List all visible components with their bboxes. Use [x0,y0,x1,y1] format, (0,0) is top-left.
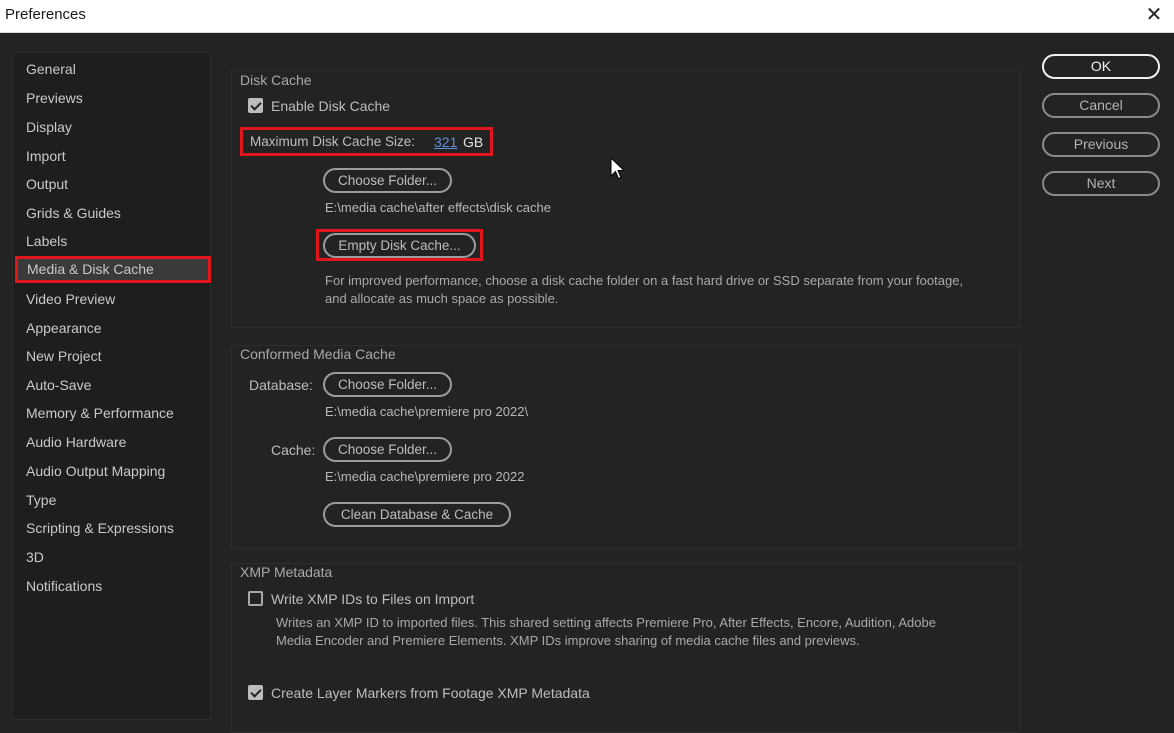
window-title: Preferences [5,6,86,23]
sidebar-item-video-preview[interactable]: Video Preview [14,286,209,313]
sidebar-item-output[interactable]: Output [14,171,209,198]
sidebar-item-grids-guides[interactable]: Grids & Guides [14,200,209,227]
sidebar-item-media-disk-cache[interactable]: Media & Disk Cache [15,256,211,283]
sidebar-item-general[interactable]: General [14,56,209,83]
empty-disk-cache-button[interactable]: Empty Disk Cache... [323,233,476,258]
sidebar-item-audio-output-mapping[interactable]: Audio Output Mapping [14,458,209,485]
enable-disk-cache-checkbox[interactable] [248,98,263,113]
database-path: E:\media cache\premiere pro 2022\ [325,404,529,419]
write-xmp-ids-checkbox[interactable] [248,591,263,606]
cache-path: E:\media cache\premiere pro 2022 [325,469,525,484]
enable-disk-cache-label: Enable Disk Cache [271,98,391,114]
sidebar-item-audio-hardware[interactable]: Audio Hardware [14,429,209,456]
sidebar-item-display[interactable]: Display [14,114,209,141]
max-cache-size-input[interactable]: 321 [434,134,457,150]
disk-cache-hint-line1: For improved performance, choose a disk … [325,273,964,288]
preferences-sidebar: General Previews Display Import Output G… [12,52,211,720]
sidebar-item-import[interactable]: Import [14,143,209,170]
sidebar-item-3d[interactable]: 3D [14,544,209,571]
sidebar-item-scripting-expressions[interactable]: Scripting & Expressions [14,515,209,542]
cancel-button[interactable]: Cancel [1042,93,1160,118]
close-icon[interactable]: ✕ [1142,4,1166,28]
xmp-description-line1: Writes an XMP ID to imported files. This… [276,615,936,630]
create-layer-markers-label: Create Layer Markers from Footage XMP Me… [271,685,590,701]
sidebar-item-new-project[interactable]: New Project [14,343,209,370]
sidebar-item-appearance[interactable]: Appearance [14,315,209,342]
clean-database-cache-button[interactable]: Clean Database & Cache [323,502,511,527]
disk-cache-title: Disk Cache [240,72,312,88]
disk-cache-folder-path: E:\media cache\after effects\disk cache [325,200,551,215]
mouse-pointer-icon [610,157,626,180]
database-choose-folder-button[interactable]: Choose Folder... [323,372,452,397]
sidebar-item-labels[interactable]: Labels [14,228,209,255]
title-bar: Preferences ✕ [0,0,1174,33]
ok-button[interactable]: OK [1042,54,1160,79]
sidebar-item-notifications[interactable]: Notifications [14,573,209,600]
sidebar-item-auto-save[interactable]: Auto-Save [14,372,209,399]
max-cache-size-unit: GB [463,134,484,150]
sidebar-item-previews[interactable]: Previews [14,85,209,112]
cache-label: Cache: [271,442,316,458]
write-xmp-ids-label: Write XMP IDs to Files on Import [271,591,475,607]
xmp-description-line2: Media Encoder and Premiere Elements. XMP… [276,633,860,648]
sidebar-item-memory-performance[interactable]: Memory & Performance [14,400,209,427]
xmp-metadata-panel: XMP Metadata [231,563,1020,733]
next-button[interactable]: Next [1042,171,1160,196]
disk-cache-hint-line2: and allocate as much space as possible. [325,291,559,306]
disk-cache-choose-folder-button[interactable]: Choose Folder... [323,168,452,193]
max-cache-size-label: Maximum Disk Cache Size: [250,134,416,149]
conformed-media-cache-title: Conformed Media Cache [240,346,396,362]
create-layer-markers-checkbox[interactable] [248,685,263,700]
sidebar-item-type[interactable]: Type [14,487,209,514]
xmp-metadata-title: XMP Metadata [240,564,333,580]
previous-button[interactable]: Previous [1042,132,1160,157]
database-label: Database: [249,377,313,393]
cache-choose-folder-button[interactable]: Choose Folder... [323,437,452,462]
